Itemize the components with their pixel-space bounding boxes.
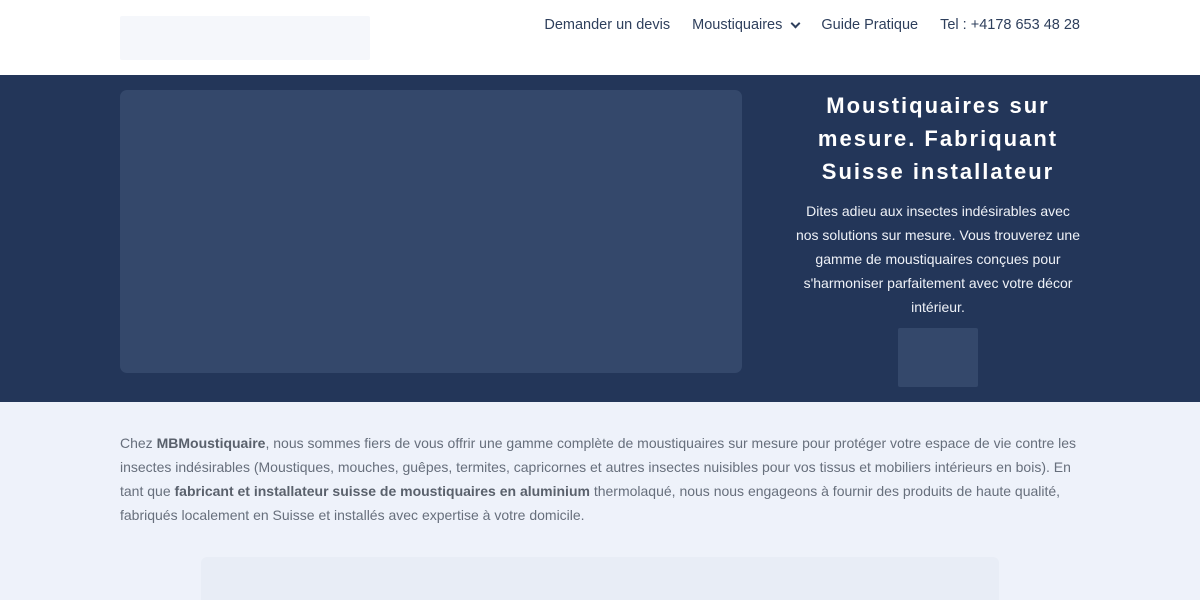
nav-link-phone[interactable]: Tel : +4178 653 48 28 [940, 17, 1080, 33]
hero-section: Moustiquaires sur mesure. Fabriquant Sui… [0, 75, 1200, 402]
hero-image-placeholder [120, 90, 742, 373]
content-card [201, 557, 999, 600]
intro-emphasis: fabricant et installateur suisse de mous… [174, 483, 590, 499]
nav-link-label: Demander un devis [544, 17, 671, 33]
intro-text: Chez [120, 435, 157, 451]
chevron-down-icon [790, 18, 801, 28]
hero-text-block: Moustiquaires sur mesure. Fabriquant Sui… [794, 89, 1082, 319]
nav-link-quote-request[interactable]: Demander un devis [544, 17, 670, 33]
nav-link-label: Guide Pratique [821, 17, 919, 33]
hero-description: Dites adieu aux insectes indésirables av… [795, 203, 1081, 315]
nav-link-label: Tel : +4178 653 48 28 [940, 17, 1080, 33]
hero-cta-button[interactable] [898, 328, 978, 387]
site-logo[interactable] [120, 16, 370, 60]
main-nav: Demander un devis Moustiquaires Guide Pr… [544, 17, 1080, 33]
nav-link-guide[interactable]: Guide Pratique [821, 17, 918, 33]
site-header: Demander un devis Moustiquaires Guide Pr… [0, 0, 1200, 75]
intro-paragraph: Chez MBMoustiquaire, nous sommes fiers d… [120, 431, 1080, 527]
hero-title: Moustiquaires sur mesure. Fabriquant Sui… [817, 93, 1059, 184]
nav-link-label: Moustiquaires [692, 17, 783, 33]
brand-name: MBMoustiquaire [156, 435, 266, 451]
nav-link-moustiquaires[interactable]: Moustiquaires [692, 17, 801, 33]
